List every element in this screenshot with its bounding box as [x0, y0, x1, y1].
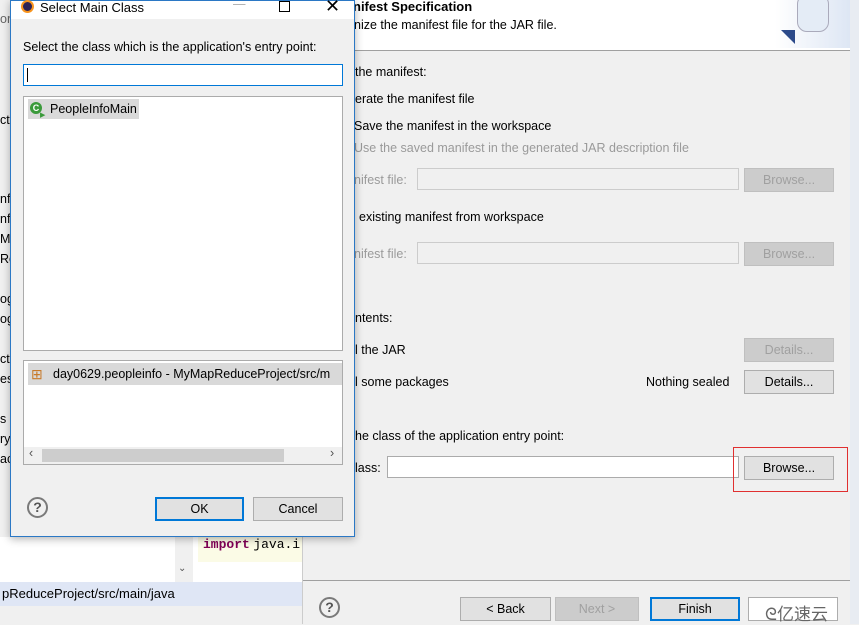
manifest-label: the manifest: — [355, 65, 427, 79]
existing-manifest-input[interactable] — [417, 242, 739, 264]
next-button[interactable]: Next > — [555, 597, 639, 621]
main-class-label: lass: — [355, 461, 381, 475]
sealed-status: Nothing sealed — [646, 375, 730, 389]
text-cursor — [27, 68, 28, 82]
jar-banner-icon — [775, 0, 851, 48]
scroll-left-icon[interactable]: ‹ — [29, 446, 33, 460]
fragment: nf — [0, 192, 11, 206]
run-arrow-icon: ▶ — [40, 112, 46, 119]
list-item-label: PeopleInfoMain — [50, 102, 137, 116]
divider — [303, 580, 851, 581]
wizard-title: nifest Specification — [353, 0, 473, 14]
wizard-header: nifest Specification nize the manifest f… — [303, 0, 851, 51]
code-editor[interactable]: import java.i — [198, 537, 302, 562]
watermark-logo: ᘓ亿速云 — [765, 605, 828, 624]
scroll-thumb[interactable] — [42, 449, 284, 462]
seal-jar-details-button[interactable]: Details... — [744, 338, 834, 362]
help-icon[interactable]: ? — [319, 597, 340, 618]
fragment: s — [0, 412, 7, 426]
manifest-file-label-2: nifest file: — [354, 247, 407, 261]
dialog-title: Select Main Class — [40, 0, 145, 15]
dialog-titlebar: Select Main Class — ✕ — [11, 0, 354, 19]
seal-jar-radio[interactable]: l the JAR — [355, 343, 406, 357]
manifest-file-label: nifest file: — [354, 173, 407, 187]
cancel-button[interactable]: Cancel — [253, 497, 343, 521]
code-keyword: import — [203, 537, 250, 552]
finish-button[interactable]: Finish — [650, 597, 740, 621]
list-item-label: day0629.peopleinfo - MyMapReduceProject/… — [53, 367, 331, 381]
ok-button[interactable]: OK — [155, 497, 244, 521]
help-icon[interactable]: ? — [27, 497, 48, 518]
contents-label: ntents: — [355, 311, 393, 325]
save-manifest-checkbox[interactable]: Save the manifest in the workspace — [354, 119, 551, 133]
types-list[interactable]: C ▶ PeopleInfoMain — [23, 96, 343, 351]
fragment: ct — [0, 113, 10, 127]
wizard-description: nize the manifest file for the JAR file. — [354, 18, 557, 32]
list-item[interactable]: C ▶ PeopleInfoMain — [28, 99, 139, 119]
back-button[interactable]: < Back — [460, 597, 551, 621]
code-text: java.i — [253, 537, 301, 552]
scroll-right-icon[interactable]: › — [330, 446, 334, 460]
generate-manifest-radio[interactable]: erate the manifest file — [355, 92, 475, 106]
fragment: ry — [0, 432, 11, 446]
manifest-file-input[interactable] — [417, 168, 739, 190]
maximize-icon[interactable] — [279, 1, 290, 12]
horizontal-scrollbar[interactable]: ‹ › — [24, 446, 342, 464]
browse-manifest-button[interactable]: Browse... — [744, 168, 834, 192]
select-main-class-dialog: Select Main Class — ✕ Select the class w… — [10, 0, 355, 537]
browse-main-class-button[interactable]: Browse... — [744, 456, 834, 480]
entry-point-label: he class of the application entry point: — [355, 429, 565, 443]
dialog-prompt: Select the class which is the applicatio… — [23, 40, 317, 54]
main-class-input[interactable] — [387, 456, 739, 478]
packages-list[interactable]: ⊞ day0629.peopleinfo - MyMapReduceProjec… — [23, 360, 343, 465]
list-item[interactable]: ⊞ day0629.peopleinfo - MyMapReduceProjec… — [28, 363, 342, 385]
ide-scrollbar[interactable]: ⌄ — [175, 537, 193, 582]
use-existing-manifest-radio[interactable]: existing manifest from workspace — [359, 210, 544, 224]
close-icon[interactable]: ✕ — [325, 0, 340, 17]
jar-export-wizard: nifest Specification nize the manifest f… — [302, 0, 851, 624]
seal-packages-details-button[interactable]: Details... — [744, 370, 834, 394]
seal-packages-radio[interactable]: l some packages — [355, 375, 449, 389]
eclipse-icon — [21, 0, 34, 13]
fragment: nf — [0, 212, 11, 226]
fragment: ct — [0, 352, 10, 366]
browse-existing-button[interactable]: Browse... — [744, 242, 834, 266]
use-saved-manifest-checkbox[interactable]: Use the saved manifest in the generated … — [354, 141, 689, 155]
status-path: pReduceProject/src/main/java — [0, 582, 302, 606]
screen-edge — [850, 0, 859, 624]
minimize-icon[interactable]: — — [233, 0, 246, 11]
class-filter-input[interactable] — [23, 64, 343, 86]
package-icon: ⊞ — [31, 366, 43, 382]
